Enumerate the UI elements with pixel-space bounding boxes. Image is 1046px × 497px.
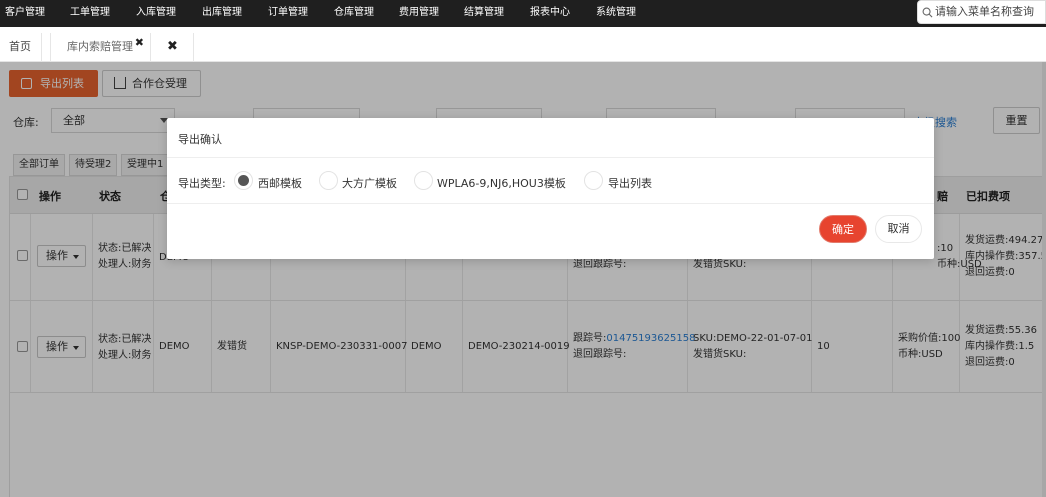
nav-customer-management[interactable]: 客户管理 bbox=[5, 0, 45, 27]
tab-claims-label: 库内索赔管理 bbox=[67, 40, 133, 53]
radio-dafangguang-template[interactable] bbox=[319, 171, 338, 190]
nav-fee-management[interactable]: 费用管理 bbox=[399, 0, 439, 27]
radio-label-export-list[interactable]: 导出列表 bbox=[608, 175, 652, 191]
divider bbox=[167, 157, 934, 158]
radio-label-wpla[interactable]: WPLA6-9,NJ6,HOU3模板 bbox=[437, 175, 566, 191]
export-confirm-dialog: 导出确认 导出类型: 西邮模板 大方广模板 WPLA6-9,NJ6,HOU3模板… bbox=[167, 118, 934, 259]
confirm-button[interactable]: 确定 bbox=[819, 215, 867, 243]
nav-outbound-management[interactable]: 出库管理 bbox=[202, 0, 242, 27]
nav-report-center[interactable]: 报表中心 bbox=[530, 0, 570, 27]
menu-search-placeholder: 请输入菜单名称查询 bbox=[935, 5, 1034, 18]
close-all-tabs-icon[interactable]: ✖ bbox=[152, 33, 194, 62]
nav-warehouse-management[interactable]: 仓库管理 bbox=[334, 0, 374, 27]
divider bbox=[167, 203, 934, 204]
cancel-button[interactable]: 取消 bbox=[875, 215, 922, 243]
dialog-title: 导出确认 bbox=[178, 133, 222, 146]
nav-settlement-management[interactable]: 结算管理 bbox=[464, 0, 504, 27]
nav-ticket-management[interactable]: 工单管理 bbox=[70, 0, 110, 27]
radio-label-dafangguang[interactable]: 大方广模板 bbox=[342, 175, 397, 191]
radio-xiyou-template[interactable] bbox=[234, 171, 253, 190]
nav-order-management[interactable]: 订单管理 bbox=[268, 0, 308, 27]
page-tab-bar: 首页 库内索赔管理 ✖ ✖ bbox=[0, 27, 1046, 62]
nav-system-management[interactable]: 系统管理 bbox=[596, 0, 636, 27]
radio-wpla-template[interactable] bbox=[414, 171, 433, 190]
radio-export-list[interactable] bbox=[584, 171, 603, 190]
menu-search-input[interactable]: 请输入菜单名称查询 bbox=[917, 0, 1046, 24]
close-icon[interactable]: ✖ bbox=[135, 29, 144, 57]
top-navigation-bar: 客户管理 工单管理 入库管理 出库管理 订单管理 仓库管理 费用管理 结算管理 … bbox=[0, 0, 1046, 27]
tab-claims-management[interactable]: 库内索赔管理 ✖ bbox=[50, 33, 151, 62]
export-type-label: 导出类型: bbox=[178, 177, 226, 190]
tab-home[interactable]: 首页 bbox=[0, 33, 42, 62]
radio-label-xiyou[interactable]: 西邮模板 bbox=[258, 175, 302, 191]
search-icon bbox=[922, 7, 933, 17]
nav-inbound-management[interactable]: 入库管理 bbox=[136, 0, 176, 27]
